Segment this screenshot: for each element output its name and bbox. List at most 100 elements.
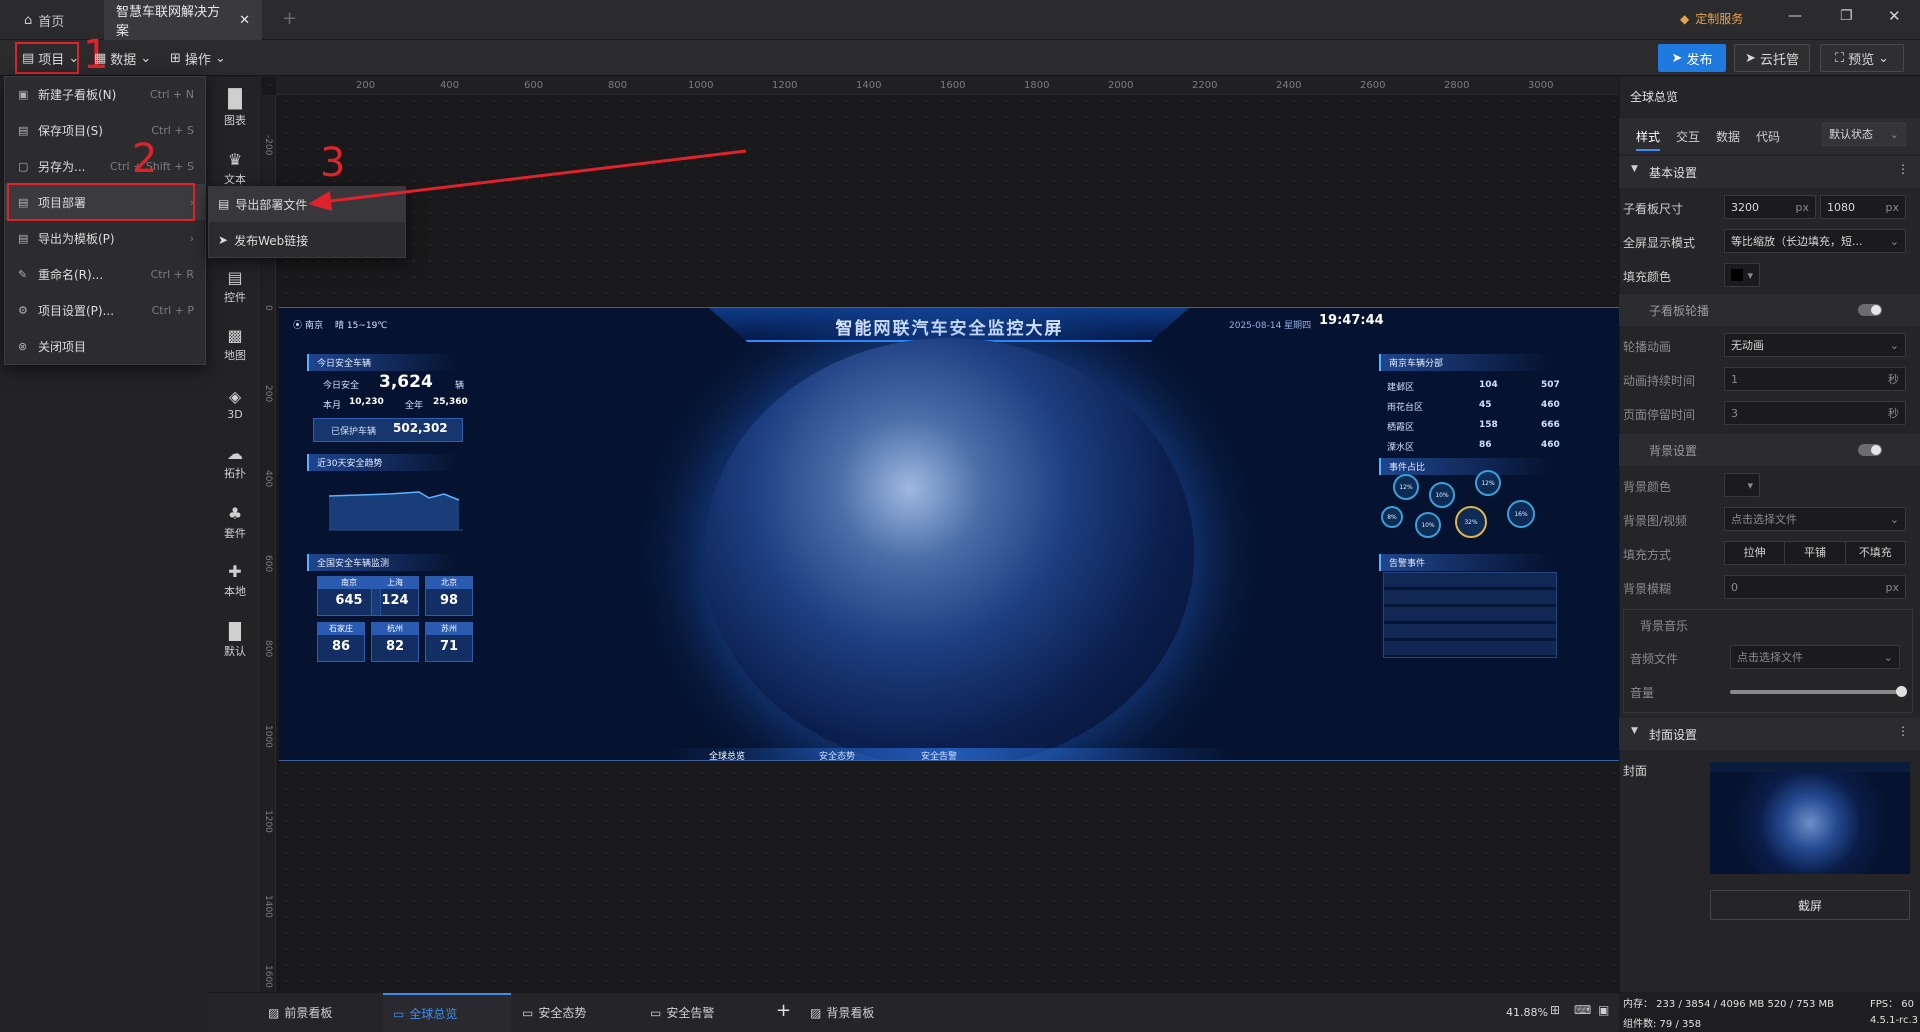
tab-data[interactable]: 数据 [1716, 128, 1740, 145]
city-card: 石家庄 86 [317, 622, 365, 662]
operation-menu-button[interactable]: ⊞ 操作 ⌄ [164, 44, 232, 72]
stay-input[interactable]: 3秒 [1724, 401, 1906, 425]
sidebar-label: 文本 [224, 172, 246, 186]
fullscreen-select[interactable]: 等比缩放（长边填充，短... ⌄ [1724, 229, 1906, 253]
bgimg-select[interactable]: 点击选择文件 ⌄ [1724, 507, 1906, 531]
duration-input[interactable]: 1秒 [1724, 367, 1906, 391]
close-icon[interactable]: ✕ [239, 13, 250, 28]
menu-item-save[interactable]: ▤ 保存项目(S) Ctrl + S [4, 112, 206, 148]
dash-nav-item[interactable]: 全球总览 [709, 749, 745, 760]
screenshot-button[interactable]: 截屏 [1710, 890, 1910, 920]
fillmode-tile[interactable]: 平铺 [1784, 542, 1845, 564]
gear-icon: ⚙ [18, 303, 28, 317]
section-basic[interactable]: 基本设置 [1619, 156, 1920, 188]
sidebar-item-local[interactable]: ✚ 本地 [208, 552, 262, 608]
tab-project[interactable]: 智慧车联网解决方案 ✕ [104, 0, 262, 40]
audio-select[interactable]: 点击选择文件 ⌄ [1730, 645, 1900, 669]
menu-item-save-as[interactable]: ▢ 另存为... Ctrl + Shift + S [4, 148, 206, 184]
edit-icon: ✎ [18, 267, 28, 281]
background-toggle[interactable] [1858, 444, 1882, 456]
width-input[interactable]: 3200 px [1724, 195, 1816, 219]
sidebar-item-kit[interactable]: ♣ 套件 [208, 494, 262, 550]
anim-select[interactable]: 无动画 ⌄ [1724, 333, 1906, 357]
city-value: 86 [331, 639, 351, 654]
send-icon: ➤ [1745, 50, 1756, 66]
volume-handle[interactable] [1896, 686, 1907, 697]
board-tab-situation[interactable]: ▭ 安全态势 [512, 993, 596, 1032]
fillmode-stretch[interactable]: 拉伸 [1725, 542, 1785, 564]
state-select[interactable]: 默认状态 ⌄ [1822, 122, 1906, 146]
preview-button[interactable]: ⛶ 预览 ⌄ [1820, 44, 1904, 72]
alert-table [1383, 572, 1557, 658]
sidebar-item-chart[interactable]: ▐▌ 图表 [208, 80, 262, 136]
board-tab-background[interactable]: ▨ 背景看板 [800, 993, 884, 1032]
restore-icon[interactable]: ❐ [1840, 8, 1853, 24]
topology-icon: ☁ [227, 443, 243, 463]
caret-down-icon: ▼ [1631, 164, 1638, 174]
submenu-publish-web-link[interactable]: ➤ 发布Web链接 [208, 222, 406, 258]
sidebar-item-topology[interactable]: ☁ 拓扑 [208, 434, 262, 490]
district-safe: 86 [1479, 440, 1492, 450]
keyboard-icon[interactable]: ⌨ [1574, 1003, 1591, 1017]
menu-item-close[interactable]: ⊗ 关闭项目 [4, 328, 206, 364]
menu-item-rename[interactable]: ✎ 重命名(R)... Ctrl + R [4, 256, 206, 292]
sidebar-item-3d[interactable]: ◈ 3D [208, 376, 262, 432]
tab-code[interactable]: 代码 [1756, 128, 1780, 145]
panel-title: 全球总览 [1630, 90, 1679, 104]
publish-button[interactable]: ➤ 发布 [1658, 44, 1726, 72]
menu-item-settings[interactable]: ⚙ 项目设置(P)... Ctrl + P [4, 292, 206, 328]
menu-shortcut: Ctrl + R [150, 267, 194, 281]
music-label: 背景音乐 [1640, 619, 1689, 633]
bgcolor-picker[interactable]: ▾ [1724, 473, 1760, 497]
dashboard-preview[interactable]: ⦿ 南京 晴 15~19℃ 智能网联汽车安全监控大屏 2025-08-14 星期… [279, 307, 1620, 761]
tab-interaction[interactable]: 交互 [1676, 128, 1700, 145]
window-close-icon[interactable]: ✕ [1888, 7, 1901, 25]
bar-chart-icon: ▐▌ [221, 88, 249, 110]
version-status: 4.5.1-rc.3 [1870, 1015, 1918, 1026]
save-as-icon: ▢ [18, 159, 29, 173]
sidebar-item-default[interactable]: ▐▌ 默认 [208, 612, 262, 668]
unit-label: px [1795, 200, 1810, 214]
dash-trend-chart [328, 491, 463, 531]
dash-nav-item[interactable]: 安全告警 [921, 749, 957, 760]
cloud-button[interactable]: ➤ 云托管 [1734, 44, 1810, 72]
sidebar-item-map[interactable]: ▩ 地图 [208, 316, 262, 372]
more-icon[interactable]: ⋮ [1897, 724, 1909, 738]
blur-input[interactable]: 0 px [1724, 575, 1906, 599]
city-name: 石家庄 [318, 623, 364, 635]
memory-status: 内存： 233 / 3854 / 4096 MB 520 / 753 MB [1623, 999, 1835, 1010]
carousel-toggle[interactable] [1858, 304, 1882, 316]
menu-shortcut: Ctrl + N [149, 87, 194, 101]
new-tab-icon[interactable]: + [282, 8, 297, 29]
event-bubble: 16% [1507, 500, 1535, 528]
add-board-icon[interactable]: + [776, 1000, 791, 1021]
tab-style[interactable]: 样式 [1636, 128, 1661, 151]
menu-item-label: 导出为模板(P) [38, 231, 115, 246]
dash-title: 智能网联汽车安全监控大屏 [835, 319, 1064, 339]
fillmode-none[interactable]: 不填充 [1844, 542, 1905, 564]
menu-item-export-template[interactable]: ▤ 导出为模板(P) › [4, 220, 206, 256]
height-input[interactable]: 1080 px [1820, 195, 1906, 219]
minimize-icon[interactable]: — [1788, 8, 1802, 24]
more-icon[interactable]: ⋮ [1897, 162, 1909, 176]
height-value: 1080 [1827, 200, 1855, 214]
custom-service-button[interactable]: ◆ 定制服务 [1680, 10, 1743, 27]
chevron-down-icon: ⌄ [1889, 234, 1899, 248]
section-label: 基本设置 [1649, 165, 1698, 180]
board-tab-foreground[interactable]: ▨ 前景看板 [258, 993, 342, 1032]
board-tab-alarm[interactable]: ▭ 安全告警 [640, 993, 724, 1032]
ruler-tick: 2800 [1444, 80, 1470, 91]
fill-color-picker[interactable]: ▾ [1724, 263, 1760, 287]
terminal-icon[interactable]: ▣ [1598, 1003, 1609, 1017]
board-tab-global[interactable]: ▭ 全球总览 [383, 993, 511, 1032]
color-swatch [1731, 269, 1743, 281]
section-cover[interactable]: 封面设置 [1619, 718, 1920, 750]
volume-slider[interactable] [1730, 690, 1900, 694]
dash-nav-item[interactable]: 安全态势 [819, 749, 855, 760]
data-menu-button[interactable]: ▦ 数据 ⌄ [88, 44, 157, 72]
event-bubble: 12% [1475, 470, 1501, 496]
menu-item-new-board[interactable]: ▣ 新建子看板(N) Ctrl + N [4, 76, 206, 112]
zoom-level[interactable]: 41.88% [1506, 1006, 1548, 1019]
sidebar-item-control[interactable]: ▤ 控件 [208, 258, 262, 314]
fit-icon[interactable]: ⊞ [1550, 1003, 1560, 1017]
